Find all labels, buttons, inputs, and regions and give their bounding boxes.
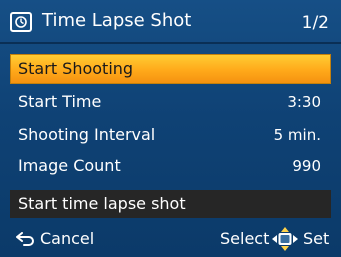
menu-item-value: 990 [292, 157, 321, 175]
menu-item-start-shooting[interactable]: Start Shooting [10, 54, 331, 84]
menu-item-value: 5 min. [273, 126, 321, 144]
dpad-icon [272, 227, 298, 251]
menu-title: Time Lapse Shot [42, 10, 192, 31]
help-bar: Start time lapse shot [10, 190, 331, 218]
menu-item-value: 3:30 [287, 93, 321, 111]
menu-item-image-count[interactable]: Image Count 990 [10, 151, 331, 181]
menu-item-label: Start Time [18, 92, 102, 111]
menu-item-label: Image Count [18, 156, 121, 175]
camera-menu-screen: Time Lapse Shot 1/2 Start Shooting Start… [0, 0, 341, 257]
menu-item-label: Start Shooting [18, 59, 134, 78]
back-arrow-icon [16, 232, 34, 246]
cancel-label: Cancel [40, 229, 95, 248]
menu-header: Time Lapse Shot 1/2 [0, 0, 341, 50]
header-divider [0, 42, 341, 44]
footer-bar: Cancel Select Set [0, 224, 341, 254]
page-indicator: 1/2 [301, 13, 329, 33]
help-text: Start time lapse shot [18, 194, 186, 213]
menu-item-label: Shooting Interval [18, 125, 156, 144]
menu-item-shooting-interval[interactable]: Shooting Interval 5 min. [10, 120, 331, 150]
select-hint-label: Select [220, 229, 270, 248]
menu-item-start-time[interactable]: Start Time 3:30 [10, 87, 331, 117]
time-lapse-mode-icon [10, 12, 32, 32]
set-hint-label: Set [303, 229, 330, 248]
